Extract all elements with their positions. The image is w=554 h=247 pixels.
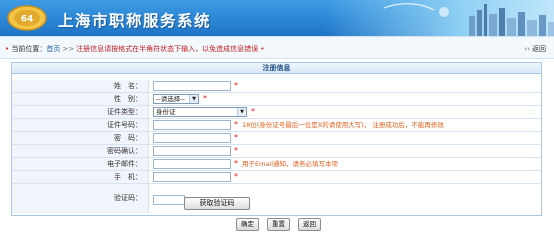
password-input[interactable]: [153, 133, 231, 143]
confirm-button[interactable]: 确定: [236, 218, 259, 231]
form-title: 注册信息: [12, 63, 541, 74]
chevron-down-icon: ▼: [189, 95, 198, 103]
skyline-illustration: [383, 3, 554, 36]
required-marker: *: [234, 172, 238, 181]
breadcrumb-hint: 注册信息请按格式在半角符状态下输入，以免造成信息错误: [76, 45, 259, 53]
breadcrumb: • 当前位置：首页 >> 注册信息请按格式在半角符状态下输入，以免造成信息错误 •: [5, 45, 265, 53]
id-type-label: 证件类型：: [12, 106, 149, 118]
mobile-label: 手 机：: [12, 171, 149, 183]
form-row-password: 密 码： *: [12, 132, 541, 145]
required-marker: *: [234, 146, 238, 155]
logo-text: 64: [21, 15, 34, 25]
form-row-captcha: 验证码：: [12, 184, 541, 213]
form-row-id-number: 证件号码： * 18位(身份证号最后一位是X的请使用大写)， 注册成功后，不能再…: [12, 119, 541, 132]
required-marker: *: [203, 94, 207, 103]
required-marker: *: [234, 120, 238, 129]
name-input[interactable]: [153, 81, 231, 91]
back-button[interactable]: 返回: [298, 218, 321, 231]
email-input[interactable]: [153, 159, 231, 169]
id-type-select-value: 身份证: [156, 108, 176, 116]
form-row-password-confirm: 密码确认： *: [12, 145, 541, 158]
breadcrumb-home-link[interactable]: 首页: [46, 45, 60, 53]
back-link-label: 返回: [532, 45, 546, 53]
captcha-label: 验证码：: [12, 184, 149, 213]
get-captcha-button[interactable]: 获取验证码: [184, 197, 250, 210]
password-label: 密 码：: [12, 132, 149, 144]
gender-select-value: --请选择--: [156, 95, 185, 103]
chevron-down-icon: ▼: [237, 108, 246, 116]
id-number-input[interactable]: [153, 120, 231, 130]
gender-label: 性 别：: [12, 93, 149, 105]
form-row-email: 电子邮件： * 用于Email通知，请务必填写本项: [12, 158, 541, 171]
reset-button[interactable]: 重置: [267, 218, 290, 231]
required-marker: *: [234, 133, 238, 142]
double-chevron-left-icon: ‹‹: [524, 45, 530, 53]
form-row-mobile: 手 机： *: [12, 171, 541, 184]
form-row-name: 姓 名： *: [12, 80, 541, 93]
breadcrumb-prefix: 当前位置：: [11, 45, 47, 53]
breadcrumb-separator: >>: [62, 45, 75, 53]
id-number-label: 证件号码：: [12, 119, 149, 131]
registration-form: 注册信息 姓 名： * 性 别： --请选择-- ▼ * 证件类型： 身份证 ▼…: [11, 62, 542, 216]
password-confirm-input[interactable]: [153, 146, 231, 156]
required-marker: *: [234, 81, 238, 90]
required-marker: *: [234, 159, 238, 168]
password-confirm-label: 密码确认：: [12, 145, 149, 157]
email-label: 电子邮件：: [12, 158, 149, 170]
form-row-id-type: 证件类型： 身份证 ▼ *: [12, 106, 541, 119]
site-title: 上海市职称服务系统: [58, 12, 212, 30]
breadcrumb-bar: • 当前位置：首页 >> 注册信息请按格式在半角符状态下输入，以免造成信息错误 • …: [0, 36, 554, 59]
logo-icon: 64: [7, 5, 47, 31]
mobile-input[interactable]: [153, 172, 231, 182]
id-type-select[interactable]: 身份证 ▼: [153, 107, 247, 117]
id-number-note: 18位(身份证号最后一位是X的请使用大写)， 注册成功后，不能再修改: [242, 121, 444, 129]
back-link[interactable]: ‹‹ 返回: [524, 44, 546, 54]
header-banner: 64 上海市职称服务系统: [0, 0, 554, 36]
required-marker: *: [251, 107, 255, 116]
name-label: 姓 名：: [12, 80, 149, 92]
gender-select[interactable]: --请选择-- ▼: [153, 94, 199, 104]
email-note: 用于Email通知，请务必填写本项: [242, 160, 339, 168]
form-row-gender: 性 别： --请选择-- ▼ *: [12, 93, 541, 106]
captcha-input[interactable]: [153, 195, 185, 205]
